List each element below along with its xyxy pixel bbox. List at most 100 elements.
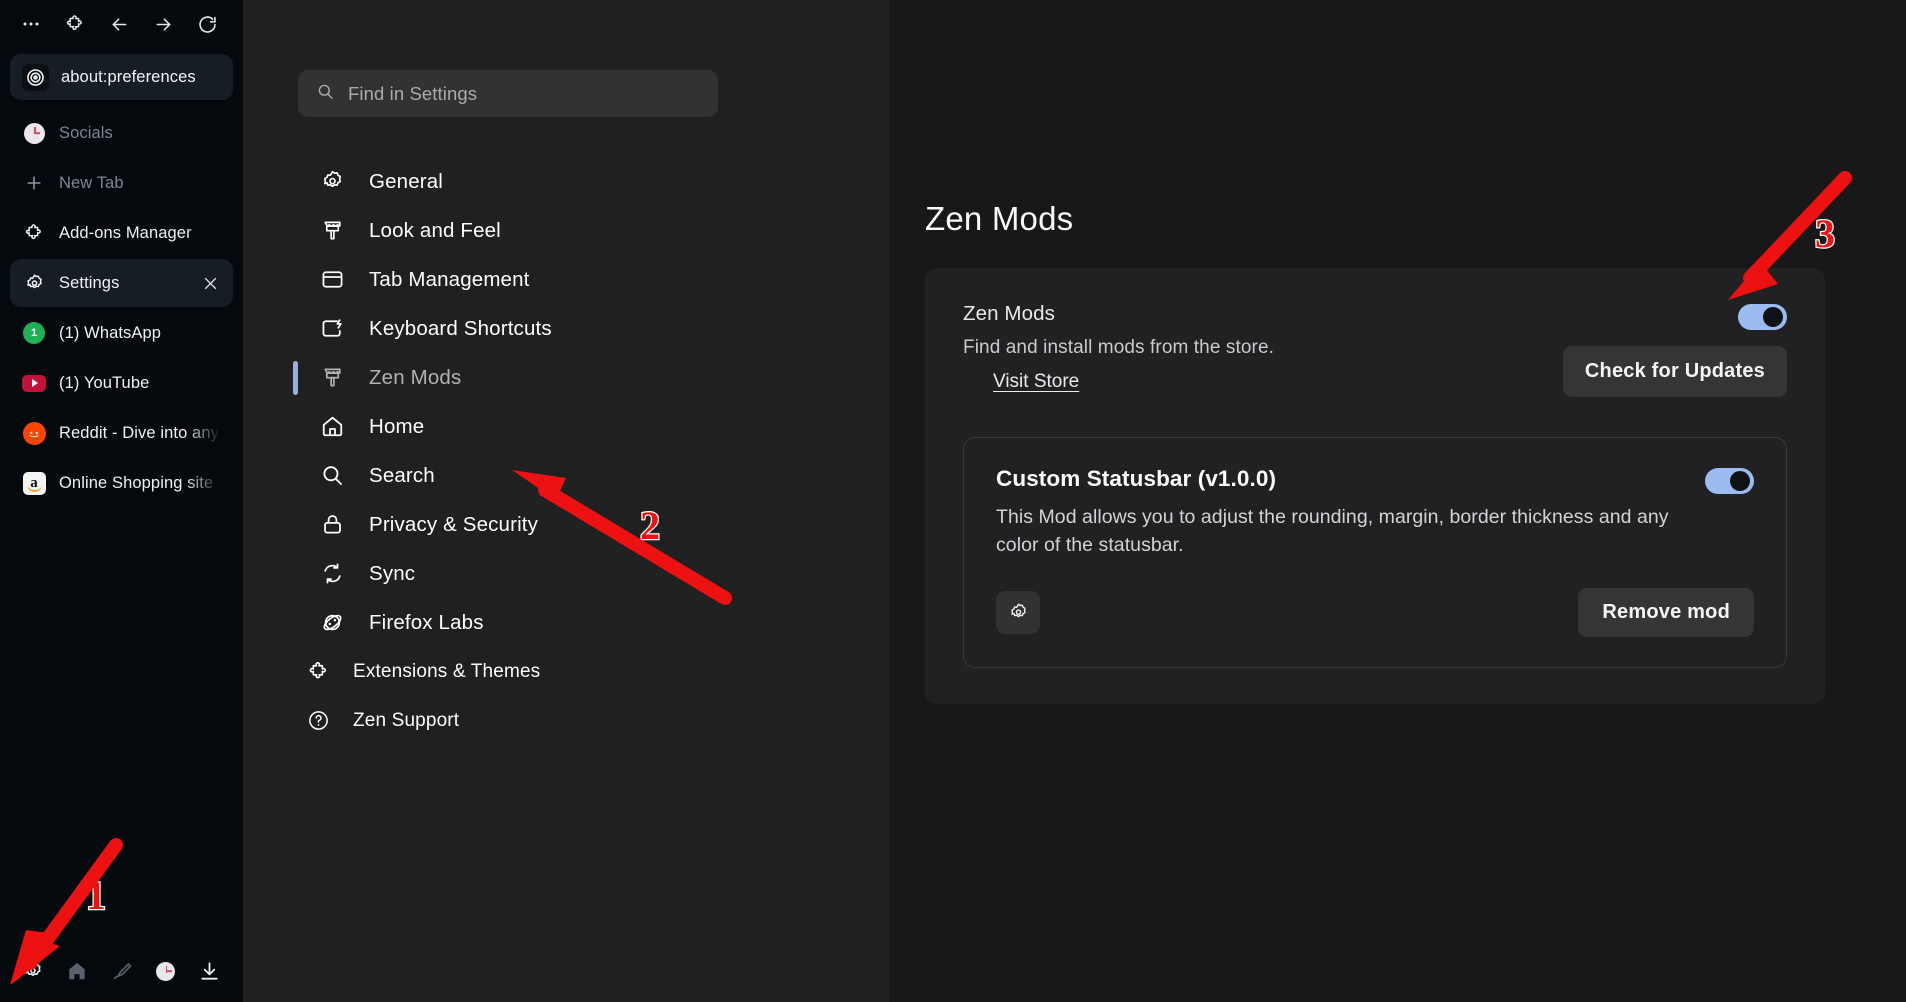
paintbrush-icon bbox=[319, 365, 345, 391]
nav-item-sync[interactable]: Sync bbox=[243, 549, 889, 598]
back-button[interactable] bbox=[100, 7, 138, 41]
reload-button[interactable] bbox=[188, 7, 226, 41]
nav-item-keyboard-shortcuts[interactable]: Keyboard Shortcuts bbox=[243, 304, 889, 353]
check-for-updates-button[interactable]: Check for Updates bbox=[1562, 346, 1787, 397]
nav-item-label: Search bbox=[369, 463, 435, 487]
group-title: Zen Mods bbox=[963, 302, 1055, 325]
reddit-icon bbox=[22, 421, 46, 445]
nav-item-extensions-themes[interactable]: Extensions & Themes bbox=[243, 647, 889, 696]
atom-icon bbox=[319, 610, 345, 636]
nav-item-label: Privacy & Security bbox=[369, 512, 539, 536]
nav-item-label: Home bbox=[369, 414, 425, 438]
tab-youtube[interactable]: (1) YouTube bbox=[10, 359, 233, 407]
mod-card-custom-statusbar: Custom Statusbar (v1.0.0) This Mod allow… bbox=[963, 437, 1787, 668]
tab-settings[interactable]: Settings bbox=[10, 259, 233, 307]
visit-store-link[interactable]: Visit Store bbox=[993, 371, 1079, 393]
zen-mods-toggle[interactable] bbox=[1738, 304, 1787, 330]
nav-item-zen-mods[interactable]: Zen Mods bbox=[243, 353, 889, 402]
gear-icon bbox=[319, 169, 345, 195]
puzzle-icon bbox=[22, 221, 46, 245]
home-icon[interactable] bbox=[56, 951, 98, 991]
tab-whatsapp[interactable]: 1 (1) WhatsApp bbox=[10, 309, 233, 357]
url-bar[interactable]: about:preferences bbox=[10, 54, 233, 100]
search-placeholder: Find in Settings bbox=[348, 82, 478, 104]
tab-add-ons-manager[interactable]: Add-ons Manager bbox=[10, 209, 233, 257]
nav-item-look-and-feel[interactable]: Look and Feel bbox=[243, 206, 889, 255]
settings-content: Zen Mods Zen Mods Find and install mods … bbox=[889, 0, 1906, 1002]
nav-item-label: Firefox Labs bbox=[369, 610, 484, 634]
mod-settings-gear-icon[interactable] bbox=[996, 590, 1040, 634]
tab-reddit[interactable]: Reddit - Dive into any bbox=[10, 409, 233, 457]
nav-item-label: Sync bbox=[369, 561, 416, 585]
youtube-icon bbox=[22, 371, 46, 395]
mod-title: Custom Statusbar (v1.0.0) bbox=[996, 466, 1277, 491]
nav-item-privacy-security[interactable]: Privacy & Security bbox=[243, 500, 889, 549]
forward-button[interactable] bbox=[144, 7, 182, 41]
nav-item-label: Zen Support bbox=[353, 709, 460, 731]
page-title: Zen Mods bbox=[925, 200, 1074, 237]
tab-label: (1) YouTube bbox=[59, 373, 150, 392]
browser-sidebar: about:preferences Socials New Tab Add-on… bbox=[0, 0, 243, 1002]
paintbrush-icon bbox=[319, 218, 345, 244]
settings-navigation: Find in Settings General Look and Feel T… bbox=[243, 0, 889, 1002]
sync-icon bbox=[319, 561, 345, 587]
keyboard-icon bbox=[319, 316, 345, 342]
nav-item-label: Look and Feel bbox=[369, 218, 501, 242]
navigation-toolbar bbox=[8, 0, 235, 48]
sidebar-bottom-bar bbox=[8, 946, 235, 1002]
home-icon bbox=[319, 414, 345, 440]
puzzle-icon bbox=[305, 659, 331, 685]
toggle-knob bbox=[1730, 471, 1750, 491]
mod-enable-toggle[interactable] bbox=[1705, 468, 1754, 494]
group-description: Find and install mods from the store. bbox=[963, 337, 1275, 358]
nav-item-zen-support[interactable]: Zen Support bbox=[243, 696, 889, 745]
more-options-button[interactable] bbox=[12, 7, 50, 41]
tab-label: Settings bbox=[59, 273, 120, 292]
eyedropper-icon[interactable] bbox=[100, 951, 142, 991]
url-text: about:preferences bbox=[61, 67, 196, 86]
tab-socials[interactable]: Socials bbox=[10, 109, 233, 157]
tab-label: Reddit - Dive into any bbox=[59, 423, 219, 442]
nav-item-label: Tab Management bbox=[369, 267, 530, 291]
search-input[interactable]: Find in Settings bbox=[298, 70, 718, 117]
zen-mods-group-card: Zen Mods Find and install mods from the … bbox=[925, 268, 1825, 704]
settings-gear-icon[interactable] bbox=[12, 951, 54, 991]
tab-label: Socials bbox=[59, 123, 113, 142]
browser-window: about:preferences Socials New Tab Add-on… bbox=[0, 0, 1906, 1002]
tab-label: (1) WhatsApp bbox=[59, 323, 162, 342]
tab-online-shopping[interactable]: a Online Shopping site bbox=[10, 459, 233, 507]
window-icon bbox=[319, 267, 345, 293]
help-icon bbox=[305, 708, 331, 734]
amazon-icon: a bbox=[22, 471, 46, 495]
tab-label: New Tab bbox=[59, 173, 124, 192]
clock-icon bbox=[22, 121, 46, 145]
close-icon[interactable] bbox=[199, 272, 221, 294]
history-clock-icon[interactable] bbox=[145, 951, 187, 991]
tab-new-tab[interactable]: New Tab bbox=[10, 159, 233, 207]
nav-item-label: Zen Mods bbox=[369, 365, 462, 389]
nav-item-label: Keyboard Shortcuts bbox=[369, 316, 552, 340]
tab-label: Online Shopping site bbox=[59, 473, 214, 492]
nav-item-firefox-labs[interactable]: Firefox Labs bbox=[243, 598, 889, 647]
plus-icon bbox=[22, 171, 46, 195]
downloads-icon[interactable] bbox=[189, 951, 231, 991]
mod-description: This Mod allows you to adjust the roundi… bbox=[996, 506, 1669, 557]
tab-list: Socials New Tab Add-ons Manager Settings… bbox=[8, 108, 235, 508]
search-icon bbox=[319, 463, 345, 489]
nav-item-search[interactable]: Search bbox=[243, 451, 889, 500]
toggle-knob bbox=[1763, 307, 1783, 327]
zen-logo-icon bbox=[22, 63, 49, 91]
lock-icon bbox=[319, 512, 345, 538]
settings-page: Find in Settings General Look and Feel T… bbox=[243, 0, 1906, 1002]
whatsapp-icon: 1 bbox=[22, 321, 46, 345]
remove-mod-button[interactable]: Remove mod bbox=[1578, 587, 1754, 637]
nav-item-home[interactable]: Home bbox=[243, 402, 889, 451]
search-icon bbox=[316, 82, 335, 106]
nav-item-label: Extensions & Themes bbox=[353, 660, 541, 682]
extensions-puzzle-icon[interactable] bbox=[56, 7, 94, 41]
nav-item-tab-management[interactable]: Tab Management bbox=[243, 255, 889, 304]
nav-item-general[interactable]: General bbox=[243, 157, 889, 206]
gear-icon bbox=[22, 271, 46, 295]
tab-label: Add-ons Manager bbox=[59, 223, 192, 242]
